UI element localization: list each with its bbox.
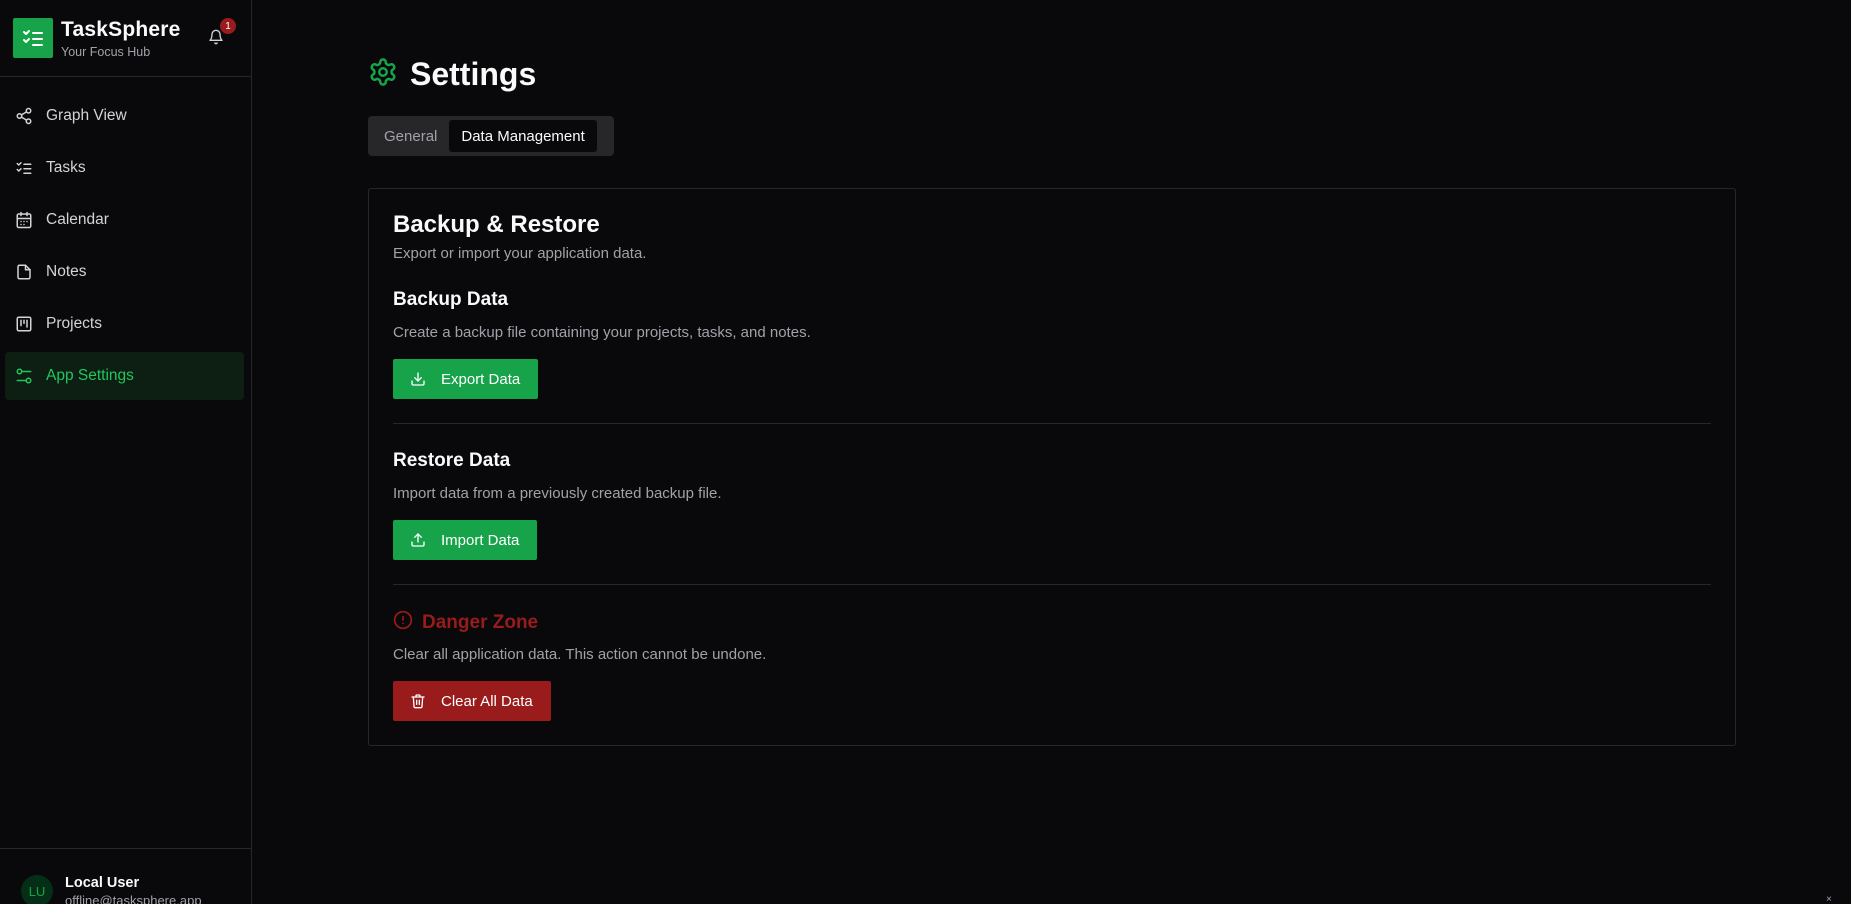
page-header: Settings xyxy=(368,52,536,96)
card-title: Backup & Restore xyxy=(393,211,600,238)
file-icon xyxy=(14,262,34,282)
section-divider xyxy=(393,584,1711,585)
settings-tabs: General Data Management xyxy=(368,116,614,156)
avatar: LU xyxy=(21,875,53,904)
tab-general[interactable]: General xyxy=(372,120,449,152)
import-data-label: Import Data xyxy=(441,531,520,549)
brand-header: TaskSphere Your Focus Hub 1 xyxy=(0,0,251,77)
sidebar-item-label: Projects xyxy=(46,315,102,332)
sliders-icon xyxy=(14,366,34,386)
clear-all-data-label: Clear All Data xyxy=(441,692,533,710)
backup-section-title: Backup Data xyxy=(393,289,509,310)
close-icon[interactable]: × xyxy=(1826,894,1832,904)
export-data-button[interactable]: Export Data xyxy=(393,359,539,399)
main-content: Settings General Data Management Backup … xyxy=(252,0,1851,904)
trash-icon xyxy=(409,692,427,710)
danger-zone-description: Clear all application data. This action … xyxy=(393,646,767,663)
user-email: offline@tasksphere.app xyxy=(65,893,202,904)
export-data-label: Export Data xyxy=(441,370,521,388)
backup-section-description: Create a backup file containing your pro… xyxy=(393,324,811,341)
user-name: Local User xyxy=(65,875,140,891)
sidebar: TaskSphere Your Focus Hub 1 Graph View T… xyxy=(0,0,252,904)
restore-section-title: Restore Data xyxy=(393,450,511,471)
kanban-icon xyxy=(14,314,34,334)
notification-badge: 1 xyxy=(220,18,236,34)
calendar-icon xyxy=(14,210,34,230)
brand-logo-icon[interactable] xyxy=(13,18,53,58)
list-checks-icon xyxy=(14,158,34,178)
section-divider xyxy=(393,423,1711,424)
upload-icon xyxy=(409,531,427,549)
sidebar-item-label: App Settings xyxy=(46,367,134,384)
sidebar-nav: Graph View Tasks Calendar Notes Projects… xyxy=(5,92,244,404)
sidebar-item-graph-view[interactable]: Graph View xyxy=(5,92,244,140)
gear-icon xyxy=(368,57,398,92)
sidebar-item-app-settings[interactable]: App Settings xyxy=(5,352,244,400)
card-subtitle: Export or import your application data. xyxy=(393,245,647,262)
backup-restore-card: Backup & Restore Export or import your a… xyxy=(368,188,1736,746)
brand-name: TaskSphere xyxy=(61,18,181,41)
import-data-button[interactable]: Import Data xyxy=(393,520,538,560)
share-nodes-icon xyxy=(14,106,34,126)
app-window: TaskSphere Your Focus Hub 1 Graph View T… xyxy=(0,0,1851,904)
sidebar-item-label: Calendar xyxy=(46,211,109,228)
clear-all-data-button[interactable]: Clear All Data xyxy=(393,681,551,721)
sidebar-item-tasks[interactable]: Tasks xyxy=(5,144,244,192)
restore-section-description: Import data from a previously created ba… xyxy=(393,485,722,502)
sidebar-item-label: Graph View xyxy=(46,107,127,124)
sidebar-item-notes[interactable]: Notes xyxy=(5,248,244,296)
page-title: Settings xyxy=(410,55,537,92)
user-profile[interactable]: LU Local User offline@tasksphere.app xyxy=(0,848,251,904)
sidebar-item-calendar[interactable]: Calendar xyxy=(5,196,244,244)
sidebar-item-label: Notes xyxy=(46,263,87,280)
brand-tagline: Your Focus Hub xyxy=(61,45,151,59)
alert-circle-icon xyxy=(393,610,413,635)
tab-data-management[interactable]: Data Management xyxy=(449,120,597,152)
sidebar-item-projects[interactable]: Projects xyxy=(5,300,244,348)
sidebar-item-label: Tasks xyxy=(46,159,86,176)
danger-zone-title: Danger Zone xyxy=(422,611,539,633)
danger-zone-header: Danger Zone xyxy=(393,610,538,635)
download-icon xyxy=(409,370,427,388)
